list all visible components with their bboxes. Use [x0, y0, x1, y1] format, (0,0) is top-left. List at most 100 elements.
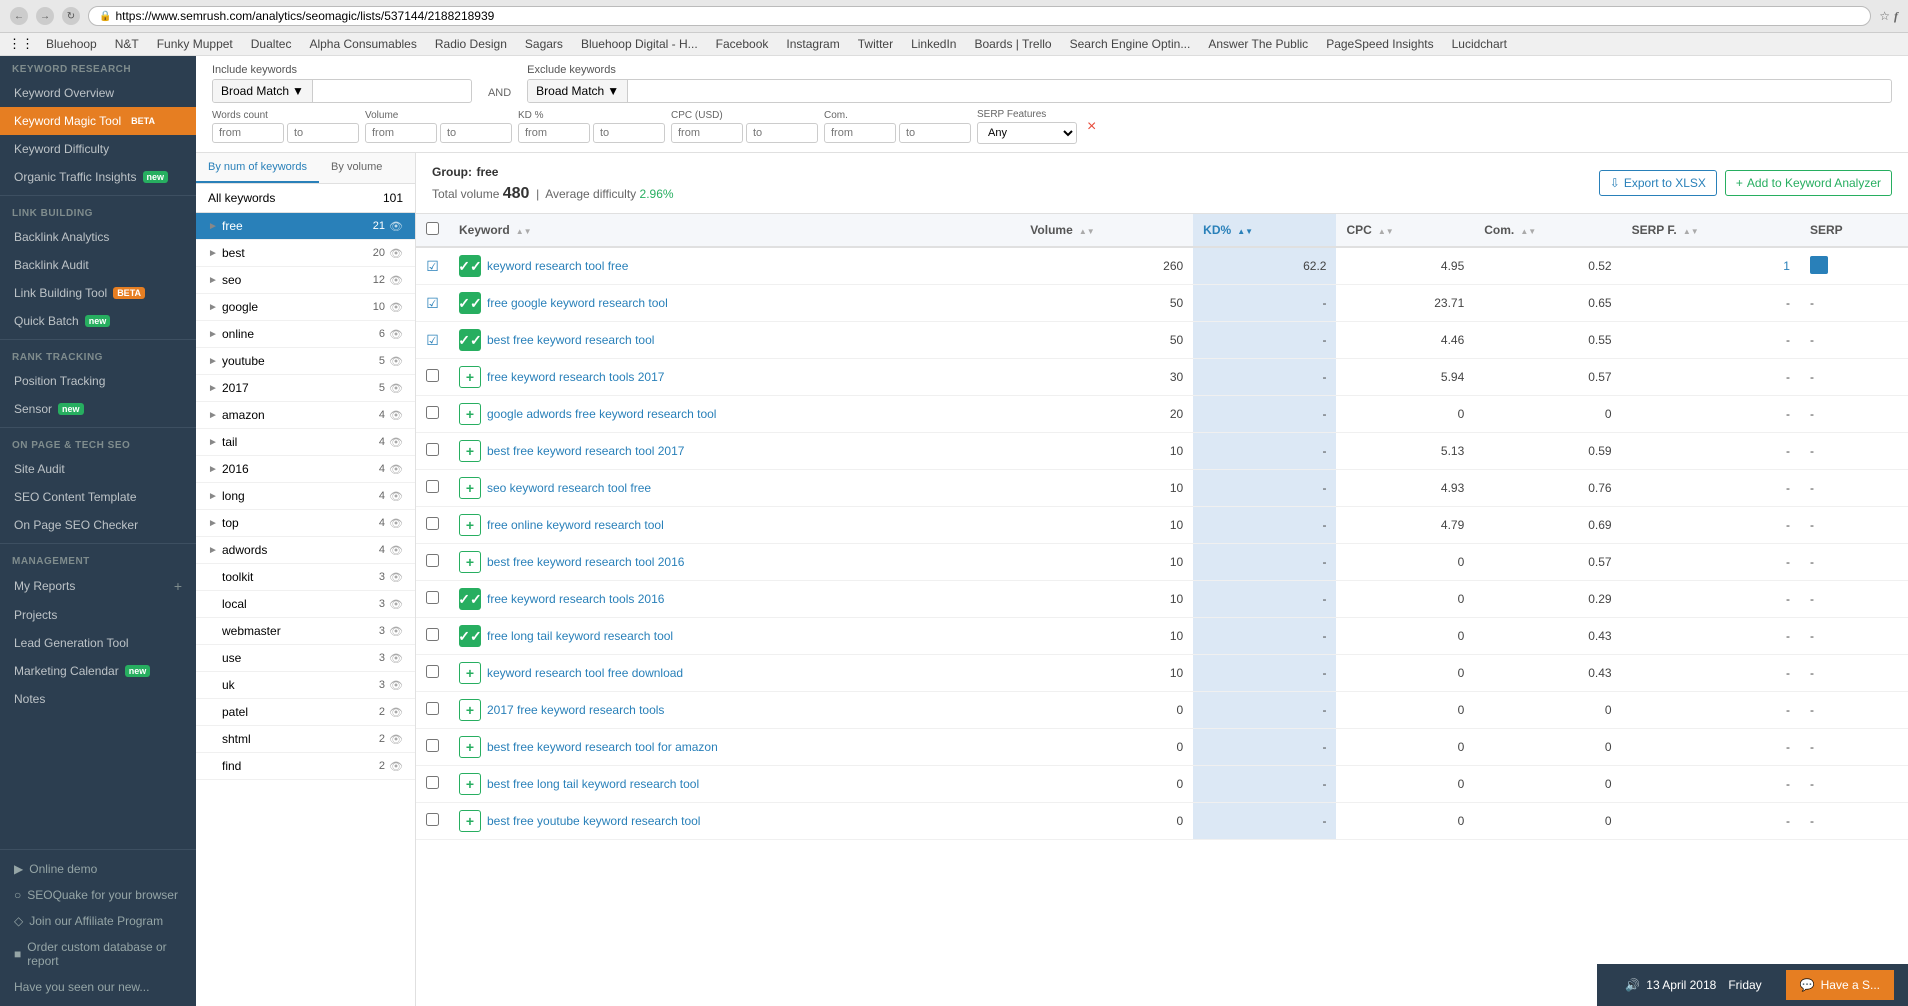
- volume-to[interactable]: [440, 123, 512, 143]
- add-keyword-btn[interactable]: ✓✓: [459, 625, 481, 647]
- group-item-2017[interactable]: ► 2017 5 👁: [196, 375, 415, 402]
- row-checkbox-cell[interactable]: [416, 581, 449, 618]
- row-checkbox[interactable]: [426, 739, 439, 752]
- keyword-link[interactable]: best free keyword research tool for amaz…: [487, 740, 718, 754]
- bookmark-bluehoop[interactable]: Bluehoop: [40, 36, 103, 52]
- sidebar-item-on-page-checker[interactable]: On Page SEO Checker: [0, 511, 196, 539]
- keyword-link[interactable]: best free keyword research tool 2017: [487, 444, 684, 458]
- group-item-webmaster[interactable]: webmaster 3 👁: [196, 618, 415, 645]
- keyword-link[interactable]: best free keyword research tool 2016: [487, 555, 684, 569]
- keyword-link[interactable]: free online keyword research tool: [487, 518, 664, 532]
- add-keyword-btn[interactable]: ✓✓: [459, 588, 481, 610]
- forward-button[interactable]: →: [36, 7, 54, 25]
- cpc-to[interactable]: [746, 123, 818, 143]
- row-checkbox[interactable]: [426, 628, 439, 641]
- th-kd[interactable]: KD% ▲▼: [1193, 214, 1336, 247]
- kd-from[interactable]: [518, 123, 590, 143]
- group-item-seo[interactable]: ► seo 12 👁: [196, 267, 415, 294]
- th-checkbox[interactable]: [416, 214, 449, 247]
- com-from[interactable]: [824, 123, 896, 143]
- bookmark-dualtec[interactable]: Dualtec: [245, 36, 298, 52]
- all-keywords-row[interactable]: All keywords 101: [196, 184, 415, 213]
- row-checkbox[interactable]: [426, 554, 439, 567]
- row-checkbox-cell[interactable]: [416, 433, 449, 470]
- th-keyword[interactable]: Keyword ▲▼: [449, 214, 1020, 247]
- group-item-shtml[interactable]: shtml 2 👁: [196, 726, 415, 753]
- bookmark-radio[interactable]: Radio Design: [429, 36, 513, 52]
- keyword-link[interactable]: keyword research tool free: [487, 259, 628, 273]
- sidebar-item-organic-traffic[interactable]: Organic Traffic Insights new: [0, 163, 196, 191]
- bookmark-answer[interactable]: Answer The Public: [1202, 36, 1314, 52]
- row-checkbox-cell[interactable]: [416, 470, 449, 507]
- keyword-link[interactable]: seo keyword research tool free: [487, 481, 651, 495]
- extensions-icon[interactable]: f: [1894, 9, 1898, 24]
- sidebar-custom-db[interactable]: ■ Order custom database or report: [0, 934, 196, 974]
- group-item-find[interactable]: find 2 👁: [196, 753, 415, 780]
- visibility-icon-use[interactable]: 👁: [389, 652, 403, 665]
- keyword-link[interactable]: keyword research tool free download: [487, 666, 683, 680]
- sidebar-item-backlink-audit[interactable]: Backlink Audit: [0, 251, 196, 279]
- group-item-uk[interactable]: uk 3 👁: [196, 672, 415, 699]
- sidebar-item-sensor[interactable]: Sensor new: [0, 395, 196, 423]
- bookmark-alpha[interactable]: Alpha Consumables: [303, 36, 422, 52]
- th-serp-f[interactable]: SERP F. ▲▼: [1622, 214, 1800, 247]
- bookmark-sagars[interactable]: Sagars: [519, 36, 569, 52]
- serp-features-select[interactable]: Any: [977, 122, 1077, 144]
- add-keyword-btn[interactable]: +: [459, 810, 481, 832]
- sidebar-item-projects[interactable]: Projects: [0, 601, 196, 629]
- keyword-link[interactable]: best free youtube keyword research tool: [487, 814, 700, 828]
- sidebar-item-my-reports[interactable]: My Reports +: [0, 571, 196, 601]
- sidebar-affiliate[interactable]: ◇ Join our Affiliate Program: [0, 908, 196, 934]
- visibility-icon-adwords[interactable]: 👁: [389, 544, 403, 557]
- group-item-youtube[interactable]: ► youtube 5 👁: [196, 348, 415, 375]
- row-checkbox[interactable]: [426, 591, 439, 604]
- row-checkbox-cell[interactable]: ☑: [416, 285, 449, 322]
- visibility-icon-youtube[interactable]: 👁: [389, 355, 403, 368]
- visibility-icon-shtml[interactable]: 👁: [389, 733, 403, 746]
- group-item-amazon[interactable]: ► amazon 4 👁: [196, 402, 415, 429]
- visibility-icon-tail[interactable]: 👁: [389, 436, 403, 449]
- row-checkbox-cell[interactable]: [416, 618, 449, 655]
- th-com[interactable]: Com. ▲▼: [1474, 214, 1621, 247]
- visibility-icon-patel[interactable]: 👁: [389, 706, 403, 719]
- row-checkbox[interactable]: [426, 406, 439, 419]
- add-keyword-btn[interactable]: +: [459, 736, 481, 758]
- group-item-tail[interactable]: ► tail 4 👁: [196, 429, 415, 456]
- apps-icon[interactable]: ⋮⋮: [8, 36, 34, 52]
- keyword-link[interactable]: best free keyword research tool: [487, 333, 654, 347]
- row-checkbox-cell[interactable]: [416, 507, 449, 544]
- add-keyword-btn[interactable]: +: [459, 403, 481, 425]
- keyword-link[interactable]: free keyword research tools 2017: [487, 370, 664, 384]
- sidebar-item-quick-batch[interactable]: Quick Batch new: [0, 307, 196, 335]
- volume-from[interactable]: [365, 123, 437, 143]
- row-checkbox-cell[interactable]: [416, 729, 449, 766]
- bookmark-trello[interactable]: Boards | Trello: [968, 36, 1057, 52]
- row-checkbox[interactable]: [426, 480, 439, 493]
- address-bar[interactable]: 🔒 https://www.semrush.com/analytics/seom…: [88, 6, 1871, 26]
- tab-by-num-keywords[interactable]: By num of keywords: [196, 153, 319, 183]
- add-keyword-btn[interactable]: +: [459, 773, 481, 795]
- visibility-icon-best[interactable]: 👁: [389, 247, 403, 260]
- kd-to[interactable]: [593, 123, 665, 143]
- sidebar-online-demo[interactable]: ▶ Online demo: [0, 856, 196, 882]
- sidebar-item-position-tracking[interactable]: Position Tracking: [0, 367, 196, 395]
- keyword-link[interactable]: best free long tail keyword research too…: [487, 777, 699, 791]
- bookmark-facebook[interactable]: Facebook: [710, 36, 775, 52]
- keyword-link[interactable]: 2017 free keyword research tools: [487, 703, 664, 717]
- add-keyword-btn[interactable]: ✓✓: [459, 255, 481, 277]
- com-to[interactable]: [899, 123, 971, 143]
- row-checkbox-cell[interactable]: [416, 766, 449, 803]
- keyword-link[interactable]: free long tail keyword research tool: [487, 629, 673, 643]
- group-item-local[interactable]: local 3 👁: [196, 591, 415, 618]
- visibility-icon-2017[interactable]: 👁: [389, 382, 403, 395]
- sidebar-item-marketing-calendar[interactable]: Marketing Calendar new: [0, 657, 196, 685]
- words-count-to[interactable]: [287, 123, 359, 143]
- bookmark-instagram[interactable]: Instagram: [780, 36, 845, 52]
- checkbox-checked[interactable]: ☑: [426, 295, 439, 311]
- bookmark-lucidchart[interactable]: Lucidchart: [1446, 36, 1513, 52]
- add-keyword-btn[interactable]: +: [459, 440, 481, 462]
- sidebar-item-lead-gen[interactable]: Lead Generation Tool: [0, 629, 196, 657]
- sidebar-seoquake[interactable]: ○ SEOQuake for your browser: [0, 882, 196, 908]
- add-keyword-btn[interactable]: +: [459, 662, 481, 684]
- visibility-icon-google[interactable]: 👁: [389, 301, 403, 314]
